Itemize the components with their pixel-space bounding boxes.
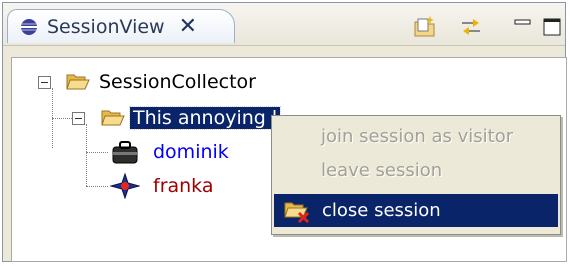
new-session-icon[interactable] [413, 15, 437, 39]
view-tab-bar: SessionView ✕ [3, 3, 565, 46]
close-icon[interactable]: ✕ [179, 15, 197, 38]
menu-item-label: join session as visitor [321, 126, 514, 147]
tree-node-member[interactable]: dominik [110, 138, 229, 166]
folder-close-icon [284, 199, 310, 223]
tree-node-member[interactable]: franka [109, 172, 214, 200]
selected-session-label: This annoying l [128, 106, 282, 130]
tab-session-view[interactable]: SessionView ✕ [7, 9, 235, 43]
collapse-expander[interactable] [72, 111, 85, 125]
tree-connector [52, 118, 74, 119]
tree-connector [86, 186, 108, 187]
collapse-expander[interactable] [38, 75, 51, 89]
context-menu: join session as visitor leave session cl… [271, 115, 561, 235]
menu-item-label: close session [322, 200, 441, 221]
tree-connector [86, 152, 108, 153]
tree-node-label: SessionCollector [99, 71, 256, 93]
menu-item-join-session[interactable]: join session as visitor [274, 120, 558, 153]
tab-title: SessionView [47, 15, 165, 38]
session-view-panel: SessionView ✕ SessionCollector This anno… [2, 2, 567, 262]
member-label-dominik: dominik [153, 141, 229, 163]
tree-node-root[interactable]: SessionCollector [38, 68, 256, 96]
member-label-franka: franka [153, 175, 214, 197]
session-view-icon [20, 18, 38, 36]
minimize-icon[interactable] [511, 15, 535, 39]
menu-item-close-session[interactable]: close session [274, 194, 558, 227]
menu-item-label: leave session [321, 160, 443, 181]
briefcase-user-icon [110, 139, 140, 165]
compass-star-user-icon [109, 172, 141, 200]
maximize-icon[interactable] [541, 15, 565, 39]
folder-open-icon [101, 108, 125, 128]
tree-connector [86, 124, 87, 186]
tree-node-session[interactable]: This annoying l [72, 104, 282, 132]
menu-item-leave-session[interactable]: leave session [274, 154, 558, 187]
folder-open-icon [66, 72, 90, 92]
sync-icon[interactable] [459, 15, 483, 39]
